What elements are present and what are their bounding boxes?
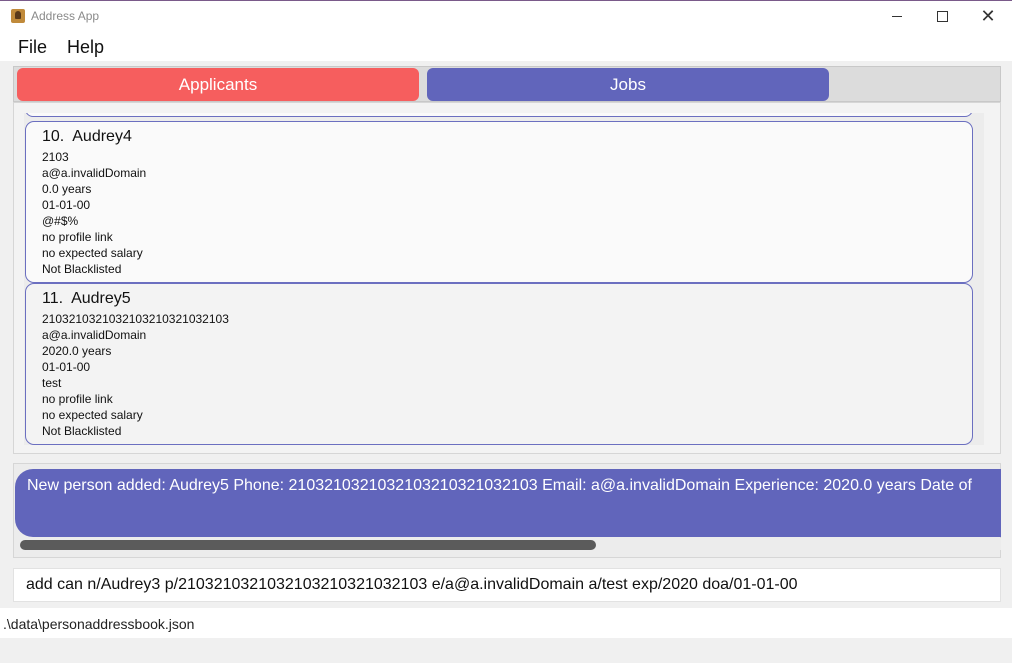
applicant-header: 10. Audrey4: [42, 128, 132, 146]
applicant-card[interactable]: 10. Audrey4 2103 a@a.invalidDomain 0.0 ye…: [25, 121, 973, 283]
applicant-date: 01-01-00: [42, 360, 91, 374]
applicant-name: Audrey5: [71, 290, 131, 307]
applicant-name: Audrey4: [72, 128, 132, 145]
applicant-experience: 0.0 years: [42, 182, 92, 196]
applicant-profile: no profile link: [42, 230, 113, 244]
applicant-salary: no expected salary: [42, 246, 143, 260]
applicant-blacklist: Not Blacklisted: [42, 424, 122, 438]
maximize-icon[interactable]: [919, 1, 965, 32]
tab-applicants[interactable]: Applicants: [17, 68, 419, 101]
applicant-address: test: [42, 376, 62, 390]
applicant-address: @#$%: [42, 214, 79, 228]
applicant-email: a@a.invalidDomain: [42, 328, 147, 342]
applicant-card-previous[interactable]: [25, 113, 973, 117]
applicant-blacklist: Not Blacklisted: [42, 262, 122, 276]
applicant-date: 01-01-00: [42, 198, 91, 212]
status-bar: .\data\personaddressbook.json: [0, 608, 1012, 638]
menu-help[interactable]: Help: [67, 37, 104, 58]
applicant-index: 11.: [42, 290, 64, 307]
minimize-icon[interactable]: [874, 1, 920, 32]
applicant-phone: 2103210321032103210321032103: [42, 312, 229, 326]
result-display: New person added: Audrey5 Phone: 2103210…: [15, 469, 1001, 537]
result-message: New person added: Audrey5 Phone: 2103210…: [27, 477, 972, 494]
close-icon[interactable]: ✕: [965, 1, 1011, 32]
command-text: add can n/Audrey3 p/21032103210321032103…: [26, 576, 798, 593]
tab-bar: Applicants Jobs: [13, 66, 1001, 102]
menu-bar: File Help: [0, 31, 1012, 61]
applicant-experience: 2020.0 years: [42, 344, 112, 358]
applicant-salary: no expected salary: [42, 408, 143, 422]
address-book-icon: [11, 9, 25, 23]
applicant-header: 11. Audrey5: [42, 290, 131, 308]
applicant-profile: no profile link: [42, 392, 113, 406]
title-bar: Address App ✕: [0, 0, 1012, 32]
data-file-path: .\data\personaddressbook.json: [3, 616, 195, 632]
window-title: Address App: [31, 9, 100, 23]
applicant-index: 10.: [42, 128, 65, 145]
result-display-panel: New person added: Audrey5 Phone: 2103210…: [13, 463, 1001, 558]
applicant-email: a@a.invalidDomain: [42, 166, 147, 180]
applicant-phone: 2103: [42, 150, 69, 164]
applicant-list-panel: 10. Audrey4 2103 a@a.invalidDomain 0.0 ye…: [13, 102, 1001, 454]
command-input[interactable]: add can n/Audrey3 p/21032103210321032103…: [13, 568, 1001, 602]
tab-jobs[interactable]: Jobs: [427, 68, 829, 101]
applicant-card[interactable]: 11. Audrey5 2103210321032103210321032103 …: [25, 283, 973, 445]
result-horizontal-scrollbar[interactable]: [20, 540, 596, 550]
applicant-list[interactable]: 10. Audrey4 2103 a@a.invalidDomain 0.0 ye…: [24, 113, 984, 445]
menu-file[interactable]: File: [18, 37, 47, 58]
